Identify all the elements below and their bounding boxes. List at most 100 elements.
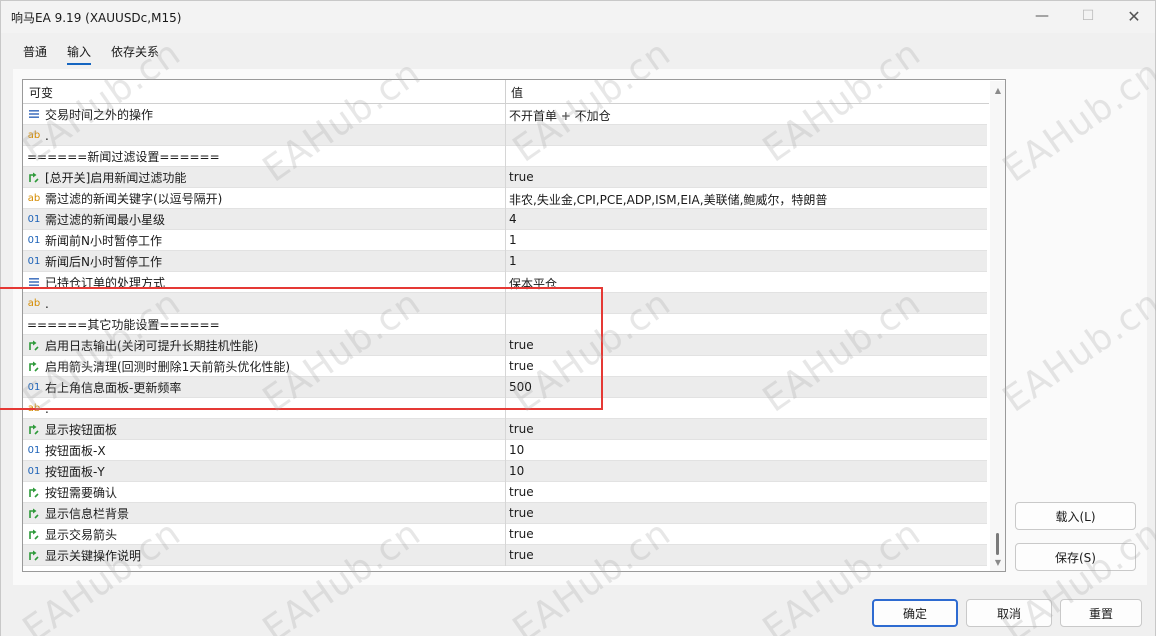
load-button[interactable]: 载入(L) xyxy=(1015,502,1136,530)
table-row[interactable]: 01 按钮面板-Y 10 xyxy=(23,461,987,482)
column-header-variable[interactable]: 可变 xyxy=(29,84,53,101)
parameter-name: 已持仓订单的处理方式 xyxy=(45,276,166,290)
scroll-down-icon[interactable]: ▼ xyxy=(990,555,1005,569)
table-row[interactable]: 已持仓订单的处理方式 保本平仓 xyxy=(23,272,987,293)
cell-divider xyxy=(505,314,506,335)
table-row[interactable]: 启用日志输出(关闭可提升长期挂机性能) true xyxy=(23,335,987,356)
parameter-value-cell[interactable]: true xyxy=(509,422,534,436)
parameter-name-cell: ======其它功能设置====== xyxy=(27,317,220,332)
table-row[interactable]: 01 右上角信息面板-更新频率 500 xyxy=(23,377,987,398)
cell-divider xyxy=(505,545,506,566)
cell-divider xyxy=(505,398,506,419)
column-header-value[interactable]: 值 xyxy=(511,84,523,101)
table-row[interactable]: 01 需过滤的新闻最小星级 4 xyxy=(23,209,987,230)
parameter-name-cell: 01 右上角信息面板-更新频率 xyxy=(27,380,182,395)
cell-divider xyxy=(505,188,506,209)
parameter-name: 显示交易箭头 xyxy=(45,528,118,542)
parameter-name-cell: 显示关键操作说明 xyxy=(27,548,141,563)
parameter-value-cell[interactable]: 10 xyxy=(509,443,524,457)
string-type-icon: ab xyxy=(27,192,41,204)
table-row[interactable]: [总开关]启用新闻过滤功能 true xyxy=(23,167,987,188)
parameter-value-cell[interactable]: 1 xyxy=(509,254,517,268)
parameter-value-cell[interactable]: true xyxy=(509,359,534,373)
table-row[interactable]: ======新闻过滤设置====== xyxy=(23,146,987,167)
parameter-name: 新闻前N小时暂停工作 xyxy=(45,234,162,248)
save-button[interactable]: 保存(S) xyxy=(1015,543,1136,571)
minimize-button[interactable]: — xyxy=(1019,1,1065,31)
cell-divider xyxy=(505,272,506,293)
parameter-value-cell[interactable]: true xyxy=(509,548,534,562)
cell-divider xyxy=(505,251,506,272)
boolean-toggle-icon xyxy=(27,486,41,500)
parameter-name-cell: 01 按钮面板-Y xyxy=(27,464,105,479)
cancel-button[interactable]: 取消 xyxy=(966,599,1052,627)
parameter-name-cell: 启用日志输出(关闭可提升长期挂机性能) xyxy=(27,338,258,353)
table-row[interactable]: 01 按钮面板-X 10 xyxy=(23,440,987,461)
scroll-up-icon[interactable]: ▲ xyxy=(990,83,1005,97)
parameter-value-cell[interactable]: 10 xyxy=(509,464,524,478)
parameter-value-cell[interactable]: true xyxy=(509,506,534,520)
menu-icon xyxy=(27,108,41,122)
parameter-name-cell: 显示信息栏背景 xyxy=(27,506,129,521)
close-button[interactable]: ✕ xyxy=(1111,1,1156,31)
string-type-icon: ab xyxy=(27,129,41,141)
table-row[interactable]: 按钮需要确认 true xyxy=(23,482,987,503)
parameter-value-cell[interactable]: true xyxy=(509,527,534,541)
grid-rows: 交易时间之外的操作 不开首单 + 不加仓 ab. ======新闻过滤设置======… xyxy=(23,104,989,566)
parameter-name-cell: 已持仓订单的处理方式 xyxy=(27,275,165,290)
parameter-value-cell[interactable]: 4 xyxy=(509,212,517,226)
cell-divider xyxy=(505,104,506,125)
table-row[interactable]: 显示信息栏背景 true xyxy=(23,503,987,524)
parameter-name-cell: 启用箭头清理(回测时删除1天前箭头优化性能) xyxy=(27,359,290,374)
parameter-name: 右上角信息面板-更新频率 xyxy=(45,381,182,395)
cell-divider xyxy=(505,482,506,503)
parameter-value-cell[interactable]: 500 xyxy=(509,380,532,394)
menu-icon xyxy=(27,276,41,290)
reset-button[interactable]: 重置 xyxy=(1060,599,1142,627)
table-row[interactable]: 启用箭头清理(回测时删除1天前箭头优化性能) true xyxy=(23,356,987,377)
numeric-type-icon: 01 xyxy=(27,381,41,393)
parameter-value-cell[interactable]: true xyxy=(509,338,534,352)
table-row[interactable]: ab. xyxy=(23,293,987,314)
ok-button[interactable]: 确定 xyxy=(872,599,958,627)
scroll-thumb[interactable] xyxy=(996,533,999,555)
parameter-name-cell: 01 需过滤的新闻最小星级 xyxy=(27,212,165,227)
parameter-value-cell[interactable]: 1 xyxy=(509,233,517,247)
table-row[interactable]: ab. xyxy=(23,125,987,146)
table-row[interactable]: 显示关键操作说明 true xyxy=(23,545,987,566)
cell-divider xyxy=(505,125,506,146)
table-row[interactable]: 交易时间之外的操作 不开首单 + 不加仓 xyxy=(23,104,987,125)
boolean-toggle-icon xyxy=(27,339,41,353)
table-row[interactable]: 显示按钮面板 true xyxy=(23,419,987,440)
table-row[interactable]: 01 新闻后N小时暂停工作 1 xyxy=(23,251,987,272)
table-row[interactable]: ab 需过滤的新闻关键字(以逗号隔开) 非农,失业金,CPI,PCE,ADP,ISM… xyxy=(23,188,987,209)
table-row[interactable]: ab. xyxy=(23,398,987,419)
inputs-grid: 可变 值 交易时间之外的操作 不开首单 + 不加仓 ab. ======新闻过滤设置=… xyxy=(22,79,1006,572)
cell-divider xyxy=(505,209,506,230)
parameter-name: 启用箭头清理(回测时删除1天前箭头优化性能) xyxy=(45,360,290,374)
table-row[interactable]: ======其它功能设置====== xyxy=(23,314,987,335)
parameter-value-cell[interactable]: 保本平仓 xyxy=(509,275,557,292)
parameter-value-cell[interactable]: 不开首单 + 不加仓 xyxy=(509,107,611,124)
parameter-value-cell[interactable]: true xyxy=(509,485,534,499)
parameter-name-cell: [总开关]启用新闻过滤功能 xyxy=(27,170,186,185)
boolean-toggle-icon xyxy=(27,549,41,563)
tab-general[interactable]: 普通 xyxy=(13,41,57,65)
parameter-name-cell: ab. xyxy=(27,296,49,311)
parameter-value-cell[interactable]: true xyxy=(509,170,534,184)
parameter-name-cell: 显示按钮面板 xyxy=(27,422,117,437)
parameter-name-cell: ab. xyxy=(27,128,49,143)
vertical-scrollbar[interactable]: ▲ ▼ xyxy=(990,81,1005,571)
tab-dependencies[interactable]: 依存关系 xyxy=(101,41,169,65)
tab-inputs[interactable]: 输入 xyxy=(57,41,101,65)
table-row[interactable]: 显示交易箭头 true xyxy=(23,524,987,545)
numeric-type-icon: 01 xyxy=(27,255,41,267)
column-divider[interactable] xyxy=(505,80,506,104)
numeric-type-icon: 01 xyxy=(27,465,41,477)
numeric-type-icon: 01 xyxy=(27,444,41,456)
numeric-type-icon: 01 xyxy=(27,213,41,225)
table-row[interactable]: 01 新闻前N小时暂停工作 1 xyxy=(23,230,987,251)
cell-divider xyxy=(505,293,506,314)
parameter-value-cell[interactable]: 非农,失业金,CPI,PCE,ADP,ISM,EIA,美联储,鲍威尔，特朗普 xyxy=(509,191,827,208)
maximize-button[interactable]: ☐ xyxy=(1065,1,1111,31)
